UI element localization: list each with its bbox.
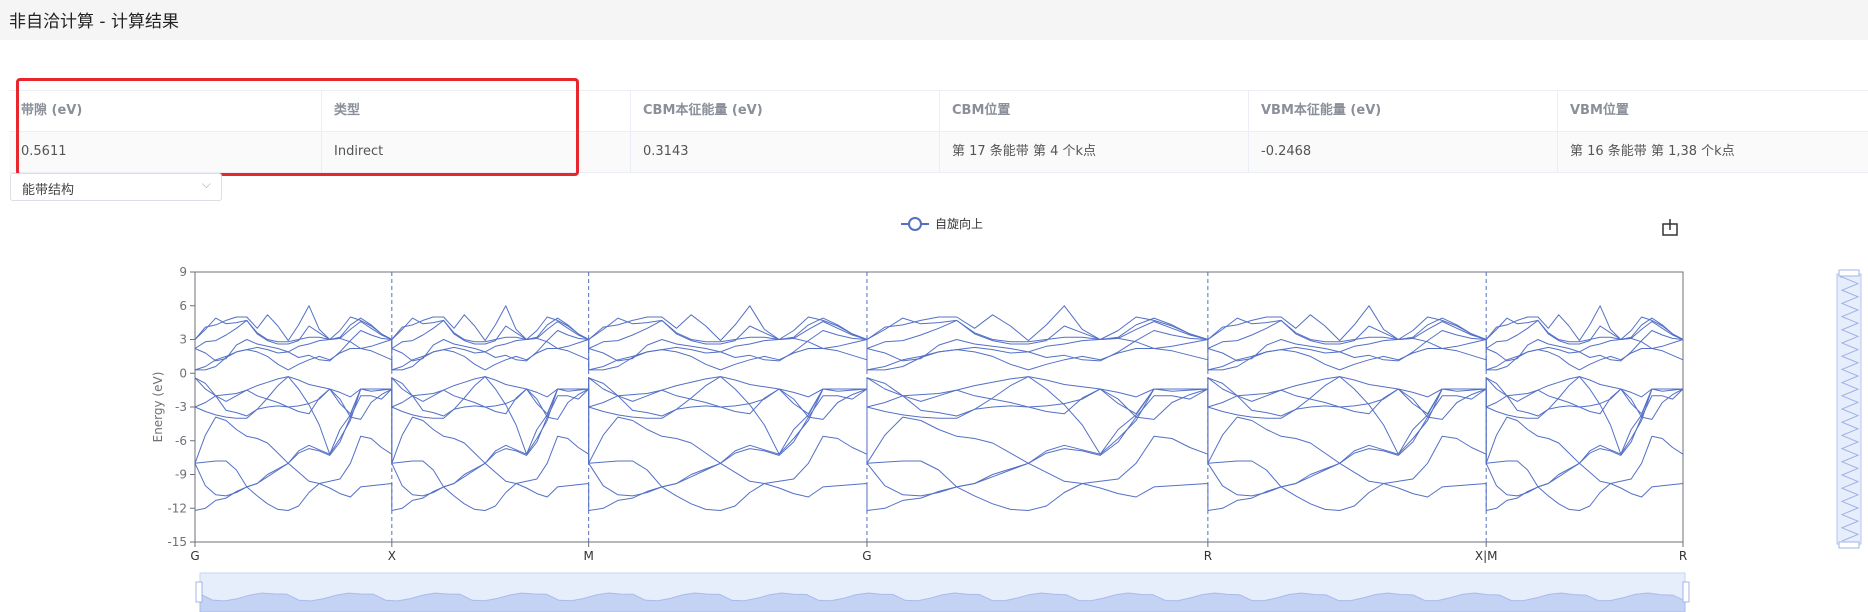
cell-cbm-position: 第 17 条能带 第 4 个k点	[940, 132, 1249, 172]
band-line	[194, 376, 1684, 455]
page-title: 非自洽计算 - 计算结果	[9, 12, 179, 32]
y-zoom-slider[interactable]	[1836, 273, 1862, 545]
x-zoom-handle-left[interactable]	[195, 581, 203, 603]
cell-vbm-energy: -0.2468	[1249, 132, 1558, 172]
title-bar: 非自洽计算 - 计算结果	[0, 0, 1868, 40]
y-tick-label: 9	[179, 265, 187, 279]
plot-frame	[194, 271, 1684, 543]
y-tick-label: 3	[179, 333, 187, 347]
x-tick-label: X|M	[1475, 549, 1498, 563]
column-header-cbm-energy: CBM本征能量 (eV)	[631, 91, 940, 131]
y-zoom-handle-top[interactable]	[1838, 269, 1860, 277]
view-select[interactable]: 能带结构 ⌵	[10, 173, 222, 201]
x-tick-label: G	[862, 549, 871, 563]
legend-label[interactable]: 自旋向上	[935, 216, 983, 231]
column-header-vbm-energy: VBM本征能量 (eV)	[1249, 91, 1558, 131]
y-axis-label: Energy (eV)	[151, 372, 165, 443]
band-line	[194, 435, 1684, 497]
view-select-value: 能带结构	[22, 183, 75, 198]
y-tick-label: -9	[175, 468, 187, 482]
x-zoom-preview	[199, 592, 1686, 612]
chevron-down-icon: ⌵	[201, 177, 211, 191]
band-line	[194, 319, 1684, 349]
x-tick-label: R	[1204, 549, 1212, 563]
y-tick-label: -12	[167, 501, 187, 515]
y-tick-label: 0	[179, 366, 187, 380]
band-line	[194, 483, 1684, 511]
band-structure-chart: 9630-3-6-9-12-15G X M G R X|M REnergy (eV)自旋向上	[151, 216, 1862, 612]
x-tick-label: R	[1679, 549, 1687, 563]
cell-cbm-energy: 0.3143	[631, 132, 940, 172]
y-tick-label: -3	[175, 400, 187, 414]
x-zoom-handle-right[interactable]	[1682, 581, 1690, 603]
y-tick-label: -15	[167, 535, 187, 549]
band-line	[194, 337, 1684, 371]
y-zoom-handle-bottom[interactable]	[1838, 541, 1860, 549]
legend-marker[interactable]	[908, 217, 922, 231]
band-line	[194, 388, 1683, 464]
x-tick-label: G	[190, 549, 199, 563]
highlight-box	[16, 78, 579, 176]
column-header-cbm-position: CBM位置	[940, 91, 1249, 131]
y-tick-label: 6	[179, 299, 187, 313]
y-tick-label: -6	[175, 434, 187, 448]
column-header-vbm-position: VBM位置	[1570, 103, 1629, 118]
x-tick-label: M	[583, 549, 593, 563]
x-tick-label: X	[388, 549, 396, 563]
cell-vbm-position: 第 16 条能带 第 1,38 个k点	[1570, 144, 1735, 159]
